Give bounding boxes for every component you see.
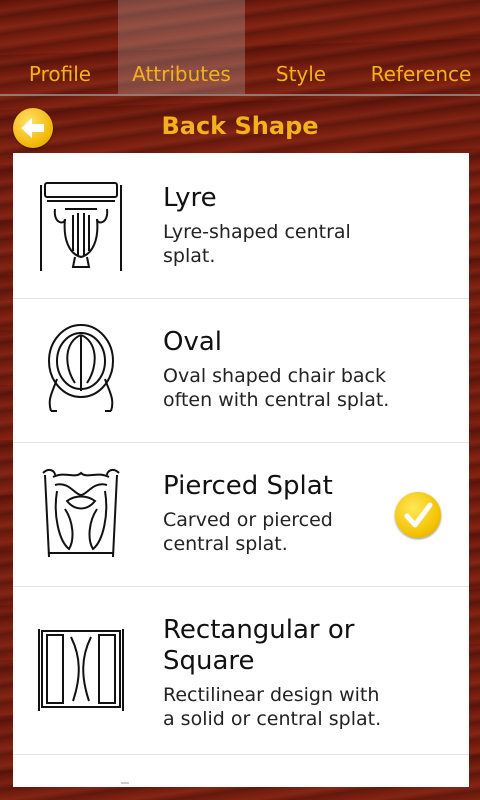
item-description: Carved or pierced central splat. bbox=[163, 509, 333, 555]
tab-label: Attributes bbox=[132, 62, 231, 86]
tab-label: Style bbox=[275, 62, 327, 86]
tab-reference[interactable]: Reference bbox=[362, 0, 480, 94]
tab-label: Reference bbox=[370, 62, 472, 86]
tab-bar: Profile Attributes Style Reference bbox=[0, 0, 480, 94]
item-description: Rectilinear design with a solid or centr… bbox=[163, 684, 382, 730]
item-description: Oval shaped chair back often with centra… bbox=[163, 365, 390, 411]
item-title: Pierced Splat bbox=[163, 471, 333, 501]
item-title: Rectangular or Square bbox=[163, 615, 355, 676]
page-title: Back Shape bbox=[161, 112, 319, 140]
list-item-rectangular[interactable]: Rectangular or Square Rectilinear design… bbox=[13, 587, 469, 755]
list-item-oval[interactable]: Oval Oval shaped chair back often with c… bbox=[13, 299, 469, 443]
rectangular-back-icon bbox=[38, 629, 124, 711]
page-header: Back Shape bbox=[0, 100, 480, 154]
back-shape-list[interactable]: Lyre Lyre-shaped central splat. Oval Ova… bbox=[13, 153, 469, 787]
tab-divider bbox=[0, 94, 480, 96]
tab-profile[interactable]: Profile bbox=[0, 0, 120, 94]
selected-check-icon bbox=[395, 492, 441, 538]
item-title: Oval bbox=[163, 327, 223, 357]
pierced-splat-back-icon bbox=[42, 468, 120, 558]
oval-back-icon bbox=[48, 324, 114, 412]
list-item-lyre[interactable]: Lyre Lyre-shaped central splat. bbox=[13, 153, 469, 299]
item-description: Lyre-shaped central splat. bbox=[163, 221, 351, 267]
scroll-indicator bbox=[121, 782, 129, 784]
list-item-pierced-splat[interactable]: Pierced Splat Carved or pierced central … bbox=[13, 443, 469, 587]
tab-label: Profile bbox=[28, 62, 92, 86]
tab-style[interactable]: Style bbox=[245, 0, 357, 94]
lyre-back-icon bbox=[40, 182, 122, 271]
item-title: Lyre bbox=[163, 183, 217, 213]
tab-attributes[interactable]: Attributes bbox=[118, 0, 245, 94]
